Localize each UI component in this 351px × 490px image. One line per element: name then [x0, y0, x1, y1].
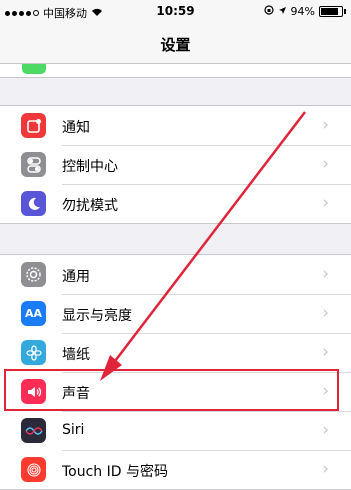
annotation-arrow-icon	[100, 111, 306, 381]
